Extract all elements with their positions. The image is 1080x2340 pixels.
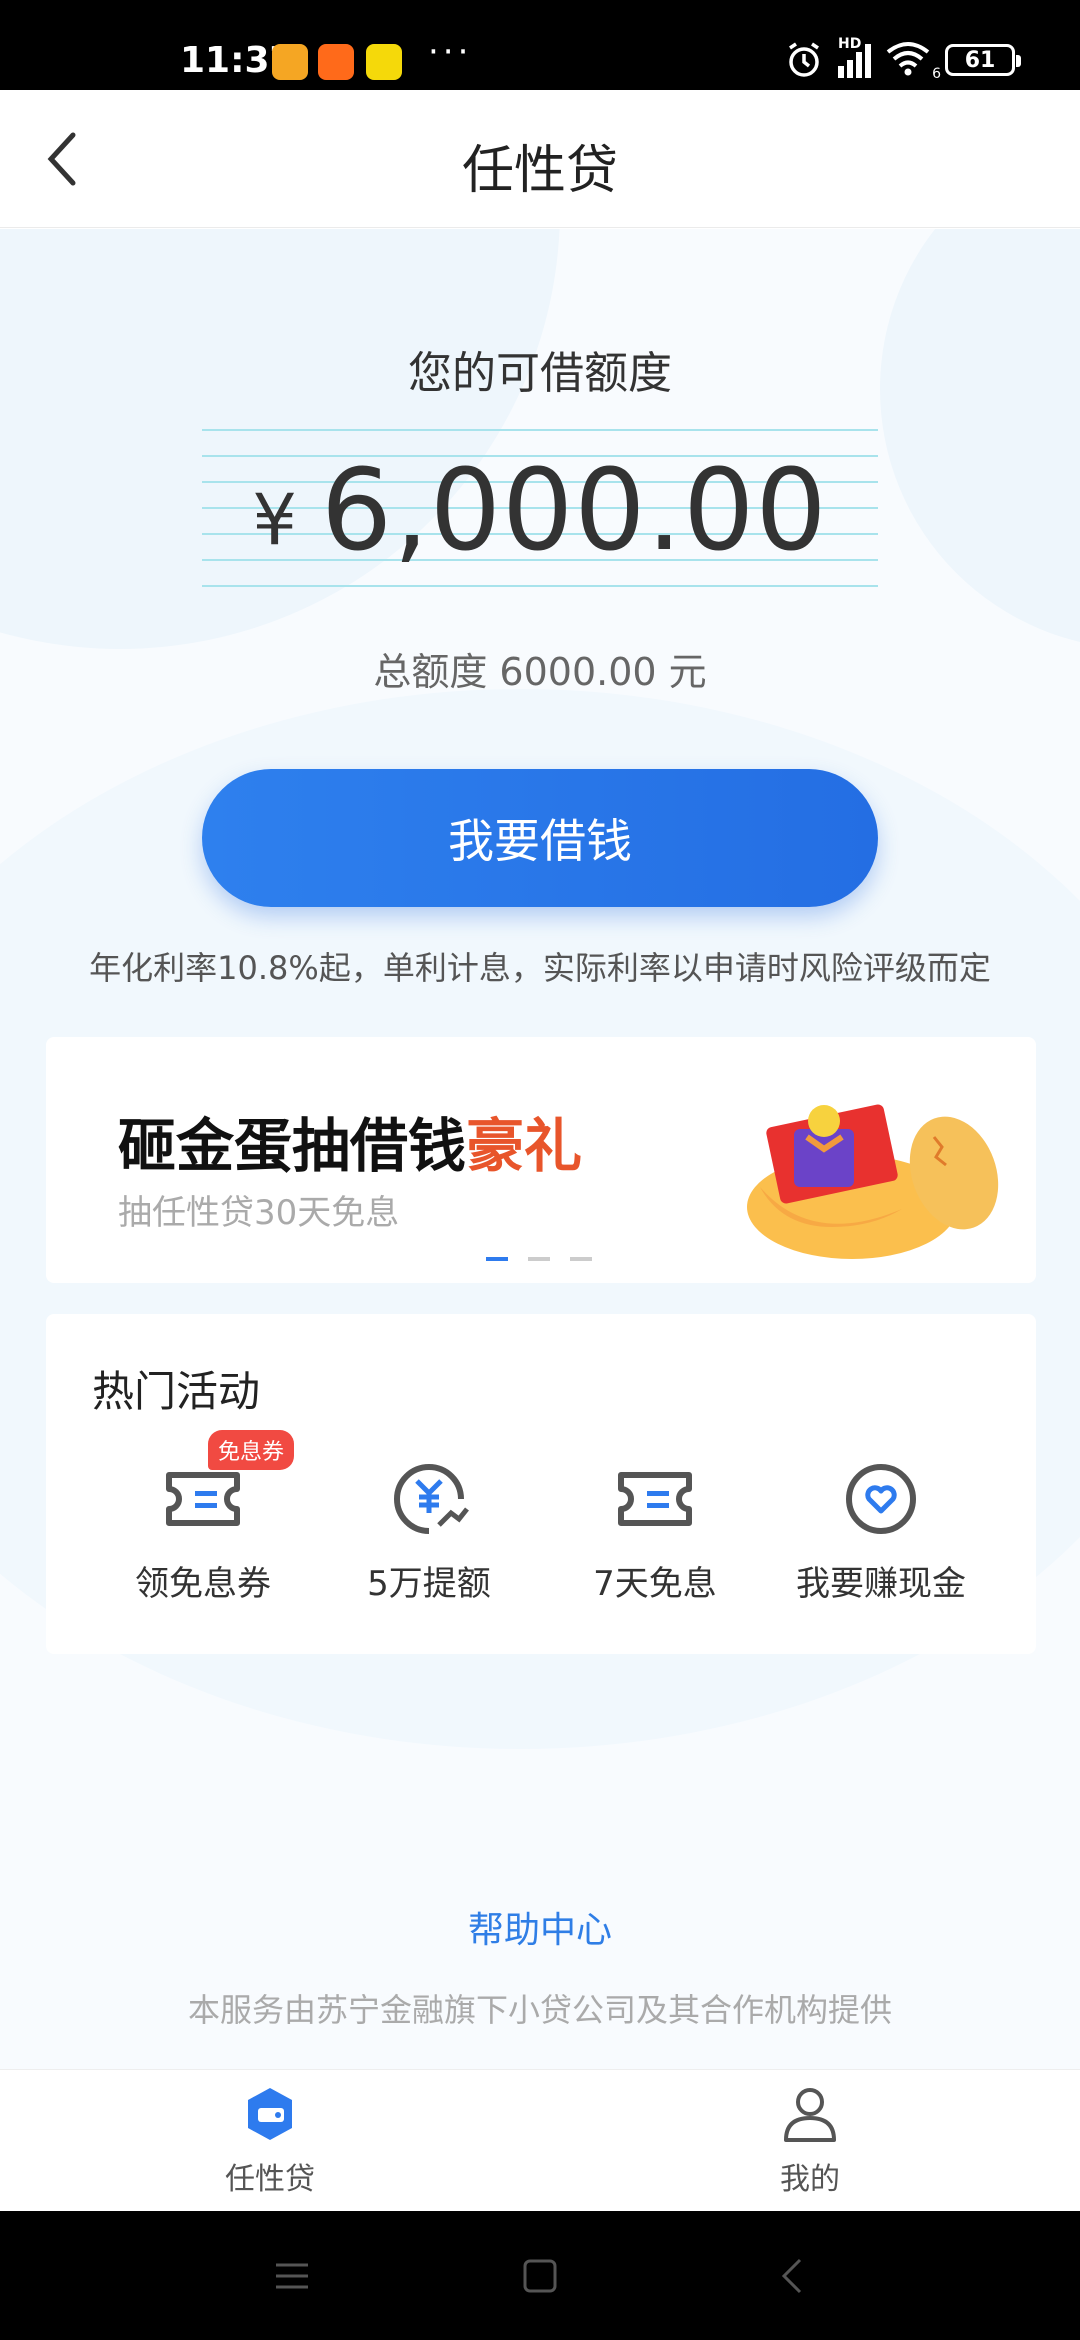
banner-title-highlight: 豪礼 [466, 1112, 583, 1180]
activity-free-interest-coupon[interactable]: 免息券 领免息券 [90, 1430, 316, 1624]
heart-circle-icon [836, 1454, 926, 1544]
wifi-band: 6 [932, 66, 941, 82]
network-type: HD [838, 36, 862, 52]
back-triangle-icon [781, 2258, 802, 2294]
activity-label: 领免息券 [135, 1564, 271, 1604]
wallet-icon [238, 2082, 302, 2146]
activity-seven-days-free[interactable]: 7天免息 [542, 1454, 768, 1624]
bottom-tab-bar: 任性贷 我的 [0, 2069, 1080, 2211]
signal-icon: HD [838, 36, 871, 78]
activity-credit-increase[interactable]: 5万提额 [316, 1454, 542, 1624]
banner-subtitle: 抽任性贷30天免息 [118, 1193, 400, 1233]
tab-label: 我的 [780, 2162, 840, 2197]
activity-label: 7天免息 [593, 1564, 717, 1604]
carousel-indicator [486, 1257, 592, 1261]
service-note: 本服务由苏宁金融旗下小贷公司及其合作机构提供 [187, 1991, 892, 2029]
amount-value: 6,000.00 [320, 446, 828, 576]
activity-label: 我要赚现金 [796, 1564, 966, 1604]
page-title: 任性贷 [461, 141, 618, 201]
back-nav-button[interactable] [762, 2251, 822, 2301]
ticket-icon: 免息券 [158, 1430, 295, 1544]
currency-symbol: ¥ [252, 479, 297, 561]
total-quota: 总额度 6000.00 元 [373, 650, 707, 694]
home-nav-button[interactable] [510, 2251, 570, 2301]
credit-amount: ¥ 6,000.00 [202, 429, 878, 593]
tab-loan[interactable]: 任性贷 [170, 2082, 370, 2206]
borrow-button[interactable]: 我要借钱 [202, 769, 878, 907]
activity-label: 5万提额 [367, 1564, 491, 1604]
app-header: 任性贷 [0, 90, 1080, 228]
carousel-dot[interactable] [528, 1257, 550, 1261]
carousel-dot[interactable] [570, 1257, 592, 1261]
free-interest-badge: 免息券 [208, 1430, 295, 1470]
tab-label: 任性贷 [225, 2162, 315, 2197]
decorative-circle [880, 229, 1080, 649]
carousel-dot[interactable] [486, 1257, 508, 1261]
music-app-icon [366, 44, 402, 80]
notification-app-icon [272, 44, 308, 80]
main-content: 您的可借额度 ¥ 6,000.00 总额度 6000.00 元 我要借钱 年化利… [0, 229, 1080, 2069]
rate-note: 年化利率10.8%起，单利计息，实际利率以申请时风险评级而定 [89, 949, 991, 987]
user-icon [778, 2082, 842, 2146]
ticket-icon [610, 1454, 700, 1544]
golden-egg-illustration [747, 1104, 999, 1259]
hot-activities: 热门活动 免息券 领免息券 5万提额 7天免息 我要赚现金 [46, 1314, 1036, 1654]
square-icon [523, 2259, 557, 2293]
banner-title-main: 砸金蛋抽借钱 [118, 1112, 467, 1180]
system-nav-bar [0, 2211, 1080, 2340]
banner-title: 砸金蛋抽借钱豪礼 [118, 1099, 582, 1183]
alarm-icon [789, 42, 819, 77]
help-center-link[interactable]: 帮助中心 [0, 1901, 1080, 1953]
yuan-growth-icon [384, 1454, 474, 1544]
menu-icon [276, 2263, 308, 2289]
quota-title: 您的可借额度 [408, 348, 672, 399]
battery-icon: 61 [945, 44, 1021, 76]
activity-earn-cash[interactable]: 我要赚现金 [768, 1454, 994, 1624]
activities-title: 热门活动 [92, 1367, 261, 1416]
wifi-icon: 6 [885, 40, 941, 82]
status-bar: 11:37 ··· HD 6 61 [0, 0, 1080, 90]
tab-mine[interactable]: 我的 [710, 2082, 910, 2206]
more-notifications-icon: ··· [428, 32, 473, 72]
taobao-app-icon [318, 44, 354, 80]
promo-banner[interactable]: 砸金蛋抽借钱豪礼 抽任性贷30天免息 [46, 1037, 1036, 1283]
menu-nav-button[interactable] [262, 2251, 322, 2301]
status-indicators: HD 6 61 [784, 36, 1021, 82]
